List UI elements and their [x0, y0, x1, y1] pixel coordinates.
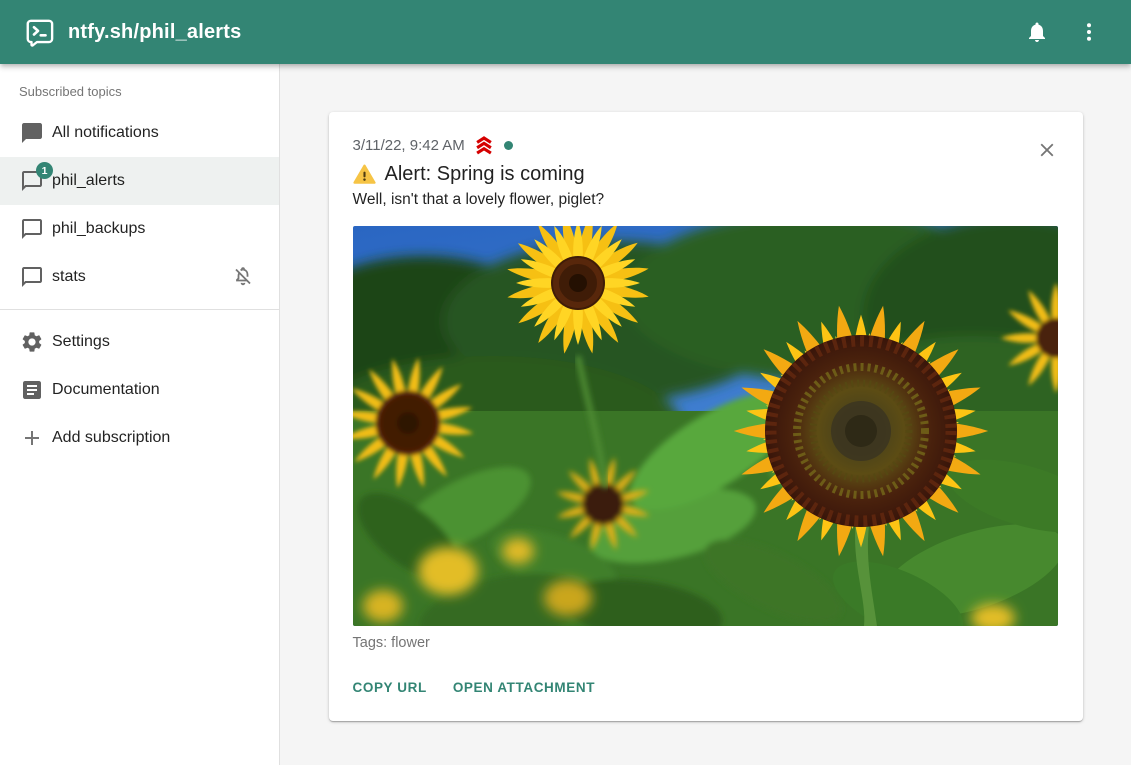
chat-bubble-outline-icon [20, 265, 44, 289]
ntfy-logo-icon [24, 17, 54, 47]
sidebar-item-label: phil_backups [52, 220, 145, 238]
overflow-menu-button[interactable] [1067, 10, 1111, 54]
sidebar-item-label: stats [52, 268, 86, 286]
page-title: ntfy.sh/phil_alerts [68, 21, 241, 44]
notification-message: Well, isn't that a lovely flower, piglet… [353, 191, 1059, 209]
sidebar-item-label: phil_alerts [52, 172, 125, 190]
unread-count-badge: 1 [36, 162, 53, 179]
gear-icon [20, 330, 44, 354]
plus-icon [20, 426, 44, 450]
chat-bubble-outline-icon [20, 217, 44, 241]
notification-tags: Tags: flower [353, 635, 1059, 651]
notification-title-row: Alert: Spring is coming [353, 163, 1059, 186]
main-content: 3/11/22, 9:42 AM A [280, 64, 1131, 765]
sidebar-item-phil-alerts[interactable]: 1 phil_alerts [0, 157, 279, 205]
sidebar-item-label: Settings [52, 333, 110, 351]
warning-emoji-icon [353, 163, 376, 186]
sidebar-item-documentation[interactable]: Documentation [0, 366, 279, 414]
app-bar: ntfy.sh/phil_alerts [0, 0, 1131, 64]
notification-timestamp: 3/11/22, 9:42 AM [353, 137, 465, 154]
delete-notification-button[interactable] [1033, 136, 1061, 164]
sidebar-item-label: Add subscription [52, 429, 170, 447]
priority-max-icon [473, 134, 495, 156]
attachment-image[interactable] [353, 226, 1058, 626]
bell-icon [1025, 20, 1049, 44]
subscribed-topics-subheader: Subscribed topics [0, 64, 279, 109]
open-attachment-button[interactable]: OPEN ATTACHMENT [445, 672, 603, 703]
bell-off-icon [231, 265, 255, 289]
notification-actions: COPY URL OPEN ATTACHMENT [345, 672, 1059, 703]
notification-meta-row: 3/11/22, 9:42 AM [353, 134, 1059, 156]
copy-url-button[interactable]: COPY URL [345, 672, 435, 703]
sidebar-item-add-subscription[interactable]: Add subscription [0, 414, 279, 462]
sidebar-item-label: Documentation [52, 381, 160, 399]
sidebar: Subscribed topics All notifications 1 ph… [0, 64, 280, 765]
article-icon [20, 378, 44, 402]
sidebar-item-all-notifications[interactable]: All notifications [0, 109, 279, 157]
sidebar-item-phil-backups[interactable]: phil_backups [0, 205, 279, 253]
sidebar-item-settings[interactable]: Settings [0, 318, 279, 366]
close-icon [1036, 139, 1058, 161]
notification-title: Alert: Spring is coming [385, 163, 585, 186]
notifications-bell-button[interactable] [1015, 10, 1059, 54]
sidebar-item-stats[interactable]: stats [0, 253, 279, 301]
unread-dot [504, 141, 513, 150]
sidebar-divider [0, 309, 279, 310]
chat-bubble-outline-icon: 1 [20, 169, 44, 193]
chat-bubble-filled-icon [20, 121, 44, 145]
kebab-menu-icon [1077, 20, 1101, 44]
sidebar-item-label: All notifications [52, 124, 159, 142]
notification-card: 3/11/22, 9:42 AM A [329, 112, 1083, 721]
